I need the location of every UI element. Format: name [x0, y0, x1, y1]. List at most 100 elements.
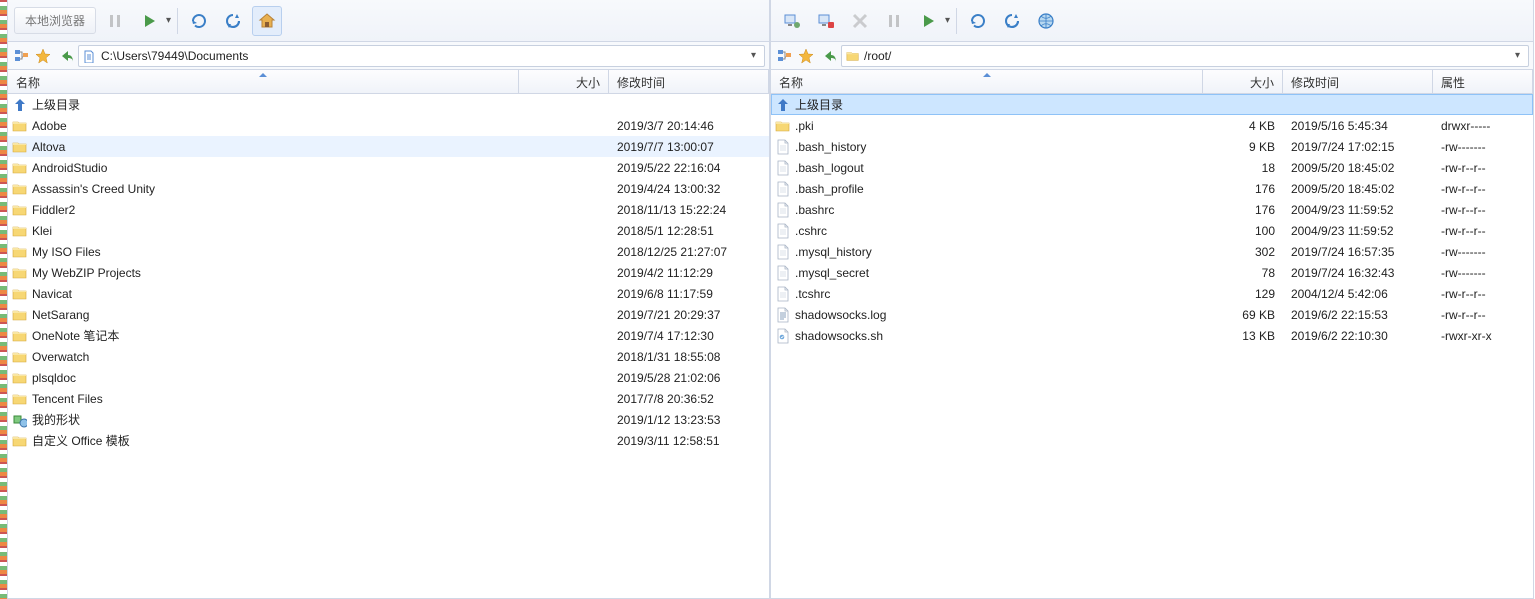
folder-icon — [12, 391, 28, 407]
file-row[interactable]: .bashrc1762004/9/23 11:59:52-rw-r--r-- — [771, 199, 1533, 220]
file-name: Altova — [32, 140, 65, 154]
file-name: .bashrc — [795, 203, 834, 217]
file-modified: 2019/7/24 17:02:15 — [1283, 140, 1433, 154]
file-row[interactable]: Altova2019/7/7 13:00:07 — [8, 136, 769, 157]
file-row[interactable]: NetSarang2019/7/21 20:29:37 — [8, 304, 769, 325]
reload-button[interactable] — [963, 6, 993, 36]
play-button[interactable] — [913, 6, 943, 36]
refresh-button[interactable] — [997, 6, 1027, 36]
folder-icon — [12, 244, 28, 260]
file-row[interactable]: AndroidStudio 2019/5/22 22:16:04 — [8, 157, 769, 178]
remote-path-input[interactable]: /root/ ▾ — [841, 45, 1529, 67]
local-file-list[interactable]: 上级目录 Adobe2019/3/7 20:14:46Altova2019/7/… — [8, 94, 769, 598]
remote-toolbar: ▾ — [771, 0, 1533, 42]
file-row[interactable]: My ISO Files2018/12/25 21:27:07 — [8, 241, 769, 262]
file-row[interactable]: Klei2018/5/1 12:28:51 — [8, 220, 769, 241]
folder-icon — [12, 181, 28, 197]
play-button[interactable] — [134, 6, 164, 36]
file-permissions: -rwxr-xr-x — [1433, 329, 1533, 343]
file-name: NetSarang — [32, 308, 89, 322]
parent-dir-label: 上级目录 — [795, 96, 843, 113]
col-modified[interactable]: 修改时间 — [609, 70, 769, 93]
file-modified: 2019/5/22 22:16:04 — [609, 161, 769, 175]
home-button[interactable] — [252, 6, 282, 36]
file-size: 129 — [1203, 287, 1283, 301]
refresh-button[interactable] — [218, 6, 248, 36]
file-row[interactable]: .cshrc1002004/9/23 11:59:52-rw-r--r-- — [771, 220, 1533, 241]
disconnect-button[interactable] — [811, 6, 841, 36]
file-row[interactable]: .bash_history9 KB2019/7/24 17:02:15-rw--… — [771, 136, 1533, 157]
col-permissions[interactable]: 属性 — [1433, 70, 1533, 93]
file-row[interactable]: Overwatch2018/1/31 18:55:08 — [8, 346, 769, 367]
file-row[interactable]: .mysql_history3022019/7/24 16:57:35-rw--… — [771, 241, 1533, 262]
col-size[interactable]: 大小 — [1203, 70, 1283, 93]
log-icon — [775, 307, 791, 323]
file-row[interactable]: shadowsocks.log69 KB2019/6/2 22:15:53-rw… — [771, 304, 1533, 325]
file-row[interactable]: My WebZIP Projects2019/4/2 11:12:29 — [8, 262, 769, 283]
file-row[interactable]: 自定义 Office 模板2019/3/11 12:58:51 — [8, 430, 769, 451]
col-name[interactable]: 名称 — [8, 70, 519, 93]
col-modified[interactable]: 修改时间 — [1283, 70, 1433, 93]
folder-icon — [12, 328, 28, 344]
play-dropdown-icon[interactable]: ▾ — [945, 15, 950, 26]
path-dropdown-icon[interactable]: ▾ — [747, 50, 760, 61]
file-row[interactable]: .bash_profile1762009/5/20 18:45:02-rw-r-… — [771, 178, 1533, 199]
file-name: 自定义 Office 模板 — [32, 432, 130, 449]
tree-icon[interactable] — [12, 47, 30, 65]
file-row[interactable]: Tencent Files2017/7/8 20:36:52 — [8, 388, 769, 409]
file-row[interactable]: plsqldoc2019/5/28 21:02:06 — [8, 367, 769, 388]
globe-button[interactable] — [1031, 6, 1061, 36]
file-permissions: -rw------- — [1433, 266, 1533, 280]
file-modified: 2019/6/2 22:10:30 — [1283, 329, 1433, 343]
file-name: Klei — [32, 224, 52, 238]
remote-file-list[interactable]: 上级目录 .pki4 KB2019/5/16 5:45:34drwxr-----… — [771, 94, 1533, 598]
favorite-icon[interactable] — [34, 47, 52, 65]
file-modified: 2009/5/20 18:45:02 — [1283, 161, 1433, 175]
file-row[interactable]: OneNote 笔记本2019/7/4 17:12:30 — [8, 325, 769, 346]
local-title-chip: 本地浏览器 — [14, 7, 96, 34]
file-row[interactable]: .mysql_secret782019/7/24 16:32:43-rw----… — [771, 262, 1533, 283]
file-name: AndroidStudio — [32, 161, 107, 175]
file-name: Navicat — [32, 287, 72, 301]
remote-path-text: /root/ — [864, 49, 1507, 63]
file-row[interactable]: 我的形状2019/1/12 13:23:53 — [8, 409, 769, 430]
file-size: 176 — [1203, 182, 1283, 196]
file-row[interactable]: .pki4 KB2019/5/16 5:45:34drwxr----- — [771, 115, 1533, 136]
back-icon[interactable] — [56, 47, 74, 65]
file-name: 我的形状 — [32, 411, 80, 428]
tree-icon[interactable] — [775, 47, 793, 65]
play-dropdown-icon[interactable]: ▾ — [166, 15, 171, 26]
file-size: 69 KB — [1203, 308, 1283, 322]
favorite-icon[interactable] — [797, 47, 815, 65]
file-row[interactable]: .tcshrc1292004/12/4 5:42:06-rw-r--r-- — [771, 283, 1533, 304]
file-name: .mysql_history — [795, 245, 872, 259]
reload-button[interactable] — [184, 6, 214, 36]
col-name[interactable]: 名称 — [771, 70, 1203, 93]
file-name: .bash_profile — [795, 182, 864, 196]
folder-icon — [775, 118, 791, 134]
file-name: shadowsocks.sh — [795, 329, 883, 343]
file-modified: 2019/5/16 5:45:34 — [1283, 119, 1433, 133]
path-dropdown-icon[interactable]: ▾ — [1511, 50, 1524, 61]
file-row[interactable]: Navicat2019/6/8 11:17:59 — [8, 283, 769, 304]
parent-dir-row[interactable]: 上级目录 — [771, 94, 1533, 115]
local-pane: 本地浏览器 ▾ C:\Users\79449\Documents ▾ 名称 大小… — [7, 0, 770, 599]
back-icon[interactable] — [819, 47, 837, 65]
file-row[interactable]: Adobe2019/3/7 20:14:46 — [8, 115, 769, 136]
file-row[interactable]: shadowsocks.sh13 KB2019/6/2 22:10:30-rwx… — [771, 325, 1533, 346]
col-size[interactable]: 大小 — [519, 70, 609, 93]
file-row[interactable]: .bash_logout182009/5/20 18:45:02-rw-r--r… — [771, 157, 1533, 178]
remote-header: 名称 大小 修改时间 属性 — [771, 70, 1533, 94]
folder-icon — [12, 370, 28, 386]
file-row[interactable]: Fiddler22018/11/13 15:22:24 — [8, 199, 769, 220]
file-permissions: -rw-r--r-- — [1433, 203, 1533, 217]
file-size: 100 — [1203, 224, 1283, 238]
connect-button[interactable] — [777, 6, 807, 36]
parent-dir-row[interactable]: 上级目录 — [8, 94, 769, 115]
file-row[interactable]: Assassin's Creed Unity2019/4/24 13:00:32 — [8, 178, 769, 199]
document-icon — [83, 49, 97, 63]
file-size: 9 KB — [1203, 140, 1283, 154]
file-name: My WebZIP Projects — [32, 266, 141, 280]
file-permissions: -rw------- — [1433, 245, 1533, 259]
local-path-input[interactable]: C:\Users\79449\Documents ▾ — [78, 45, 765, 67]
